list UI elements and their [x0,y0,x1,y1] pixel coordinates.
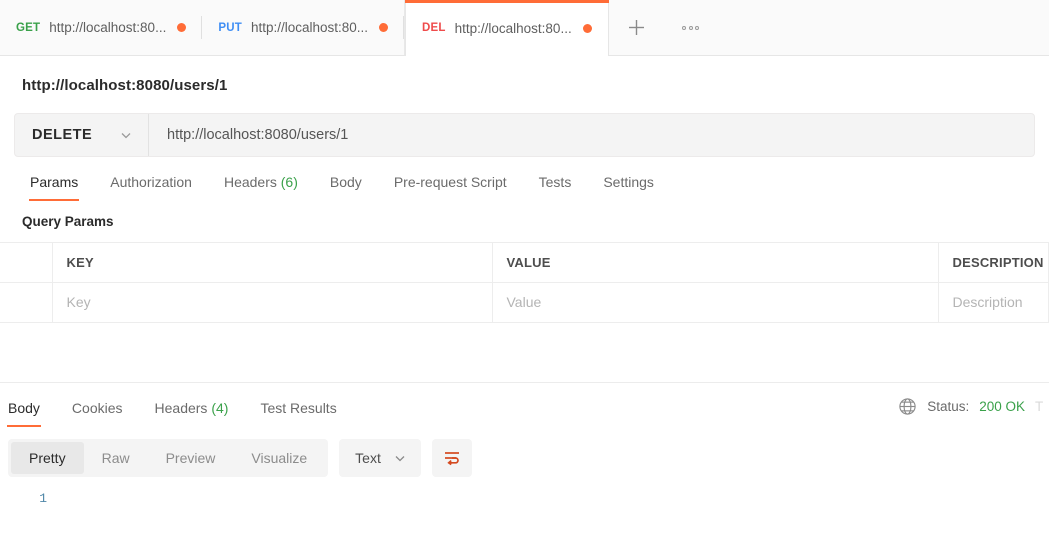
plus-icon [629,20,645,35]
query-params-heading: Query Params [22,214,114,229]
request-section-tabs: Params Authorization Headers (6) Body Pr… [0,157,1049,201]
request-tab-del[interactable]: DEL http://localhost:80... [405,0,609,56]
view-pretty-button[interactable]: Pretty [11,442,84,474]
response-tab-body[interactable]: Body [0,400,56,427]
view-raw-button[interactable]: Raw [84,442,148,474]
tab-method-label: PUT [218,21,242,34]
tab-url-label: http://localhost:80... [454,20,572,36]
tab-tests[interactable]: Tests [523,174,588,201]
tab-headers[interactable]: Headers (6) [208,174,314,201]
tab-url-label: http://localhost:80... [49,20,167,35]
ellipsis-icon [688,25,693,30]
request-tab-put[interactable]: PUT http://localhost:80... [202,0,406,55]
line-number: 1 [39,491,47,506]
tab-label: Pre-request Script [393,174,507,190]
request-title: http://localhost:8080/users/1 [22,77,228,94]
request-tab-get[interactable]: GET http://localhost:80... [0,0,203,55]
tab-url-label: http://localhost:80... [250,20,369,35]
tab-label: Cookies [71,400,123,416]
response-view-switcher: Pretty Raw Preview Visualize [8,439,329,477]
tab-label: Body [329,174,362,190]
tab-label: Test Results [260,400,337,416]
response-tab-test-results[interactable]: Test Results [244,400,352,427]
chevron-down-icon [121,133,131,139]
tab-label: Body [8,400,40,416]
column-header-key: KEY [52,242,493,283]
response-body-viewer[interactable]: 1 [0,477,1049,506]
response-section-tabs: Body Cookies Headers (4) Test Results [0,400,353,427]
status-label: Status: [927,399,970,414]
param-description-input[interactable]: Description [938,282,1049,323]
url-input[interactable]: http://localhost:8080/users/1 [149,114,1034,156]
view-visualize-button[interactable]: Visualize [233,442,325,474]
chevron-down-icon [395,456,405,462]
content-type-select[interactable]: Text [339,439,421,477]
tab-settings[interactable]: Settings [587,174,670,201]
word-wrap-icon [444,452,459,466]
column-header-description: DESCRIPTION [938,242,1049,283]
tab-label: Params [30,174,79,190]
ellipsis-icon [695,25,700,30]
response-tab-headers[interactable]: Headers (4) [139,400,245,427]
unsaved-dot-icon [582,23,592,33]
tab-method-label: DEL [422,22,446,34]
http-method-value: DELETE [32,127,93,143]
column-header-checkbox [0,242,53,283]
response-format-bar: Pretty Raw Preview Visualize Text [0,427,1049,477]
query-params-table: KEY VALUE DESCRIPTION Key Value Descript… [0,242,1049,323]
response-header: Body Cookies Headers (4) Test Results St… [0,383,1049,427]
word-wrap-button[interactable] [431,439,472,477]
tab-label: Headers [223,174,277,190]
response-time-label: T [1035,399,1043,414]
response-status-area: Status: 200 OK T [898,397,1049,427]
url-bar: DELETE http://localhost:8080/users/1 [14,113,1035,157]
param-value-input[interactable]: Value [492,282,939,323]
tab-label: Tests [538,174,572,190]
tab-options-button[interactable] [665,0,717,55]
tab-bar-filler [716,0,1049,55]
ellipsis-icon [682,25,687,30]
tab-body[interactable]: Body [314,174,378,201]
content-type-value: Text [355,450,381,466]
view-preview-button[interactable]: Preview [148,442,234,474]
row-checkbox-cell[interactable] [0,282,53,323]
tab-label: Settings [603,174,654,190]
tab-label: Authorization [110,174,192,190]
response-tab-cookies[interactable]: Cookies [56,400,139,427]
tab-label: Headers [154,400,208,416]
tab-count-badge: (6) [280,174,298,190]
param-key-input[interactable]: Key [52,282,493,323]
tab-params[interactable]: Params [14,174,94,201]
globe-icon[interactable] [898,397,917,416]
column-header-value: VALUE [492,242,939,283]
tab-authorization[interactable]: Authorization [94,174,208,201]
line-number-gutter: 1 [0,491,58,506]
status-badge: 200 OK [979,399,1025,414]
unsaved-dot-icon [177,23,187,32]
url-bar-container: DELETE http://localhost:8080/users/1 [0,113,1049,157]
request-tab-bar: GET http://localhost:80... PUT http://lo… [0,0,1049,56]
tab-pre-request-script[interactable]: Pre-request Script [378,174,523,201]
pane-splitter[interactable] [0,323,1049,383]
tab-method-label: GET [16,21,41,34]
unsaved-dot-icon [379,23,389,32]
tab-count-badge: (4) [211,400,229,416]
table-row: Key Value Description [0,282,1049,323]
new-tab-button[interactable] [609,0,665,55]
http-method-select[interactable]: DELETE [15,114,149,156]
table-header-row: KEY VALUE DESCRIPTION [0,242,1049,283]
